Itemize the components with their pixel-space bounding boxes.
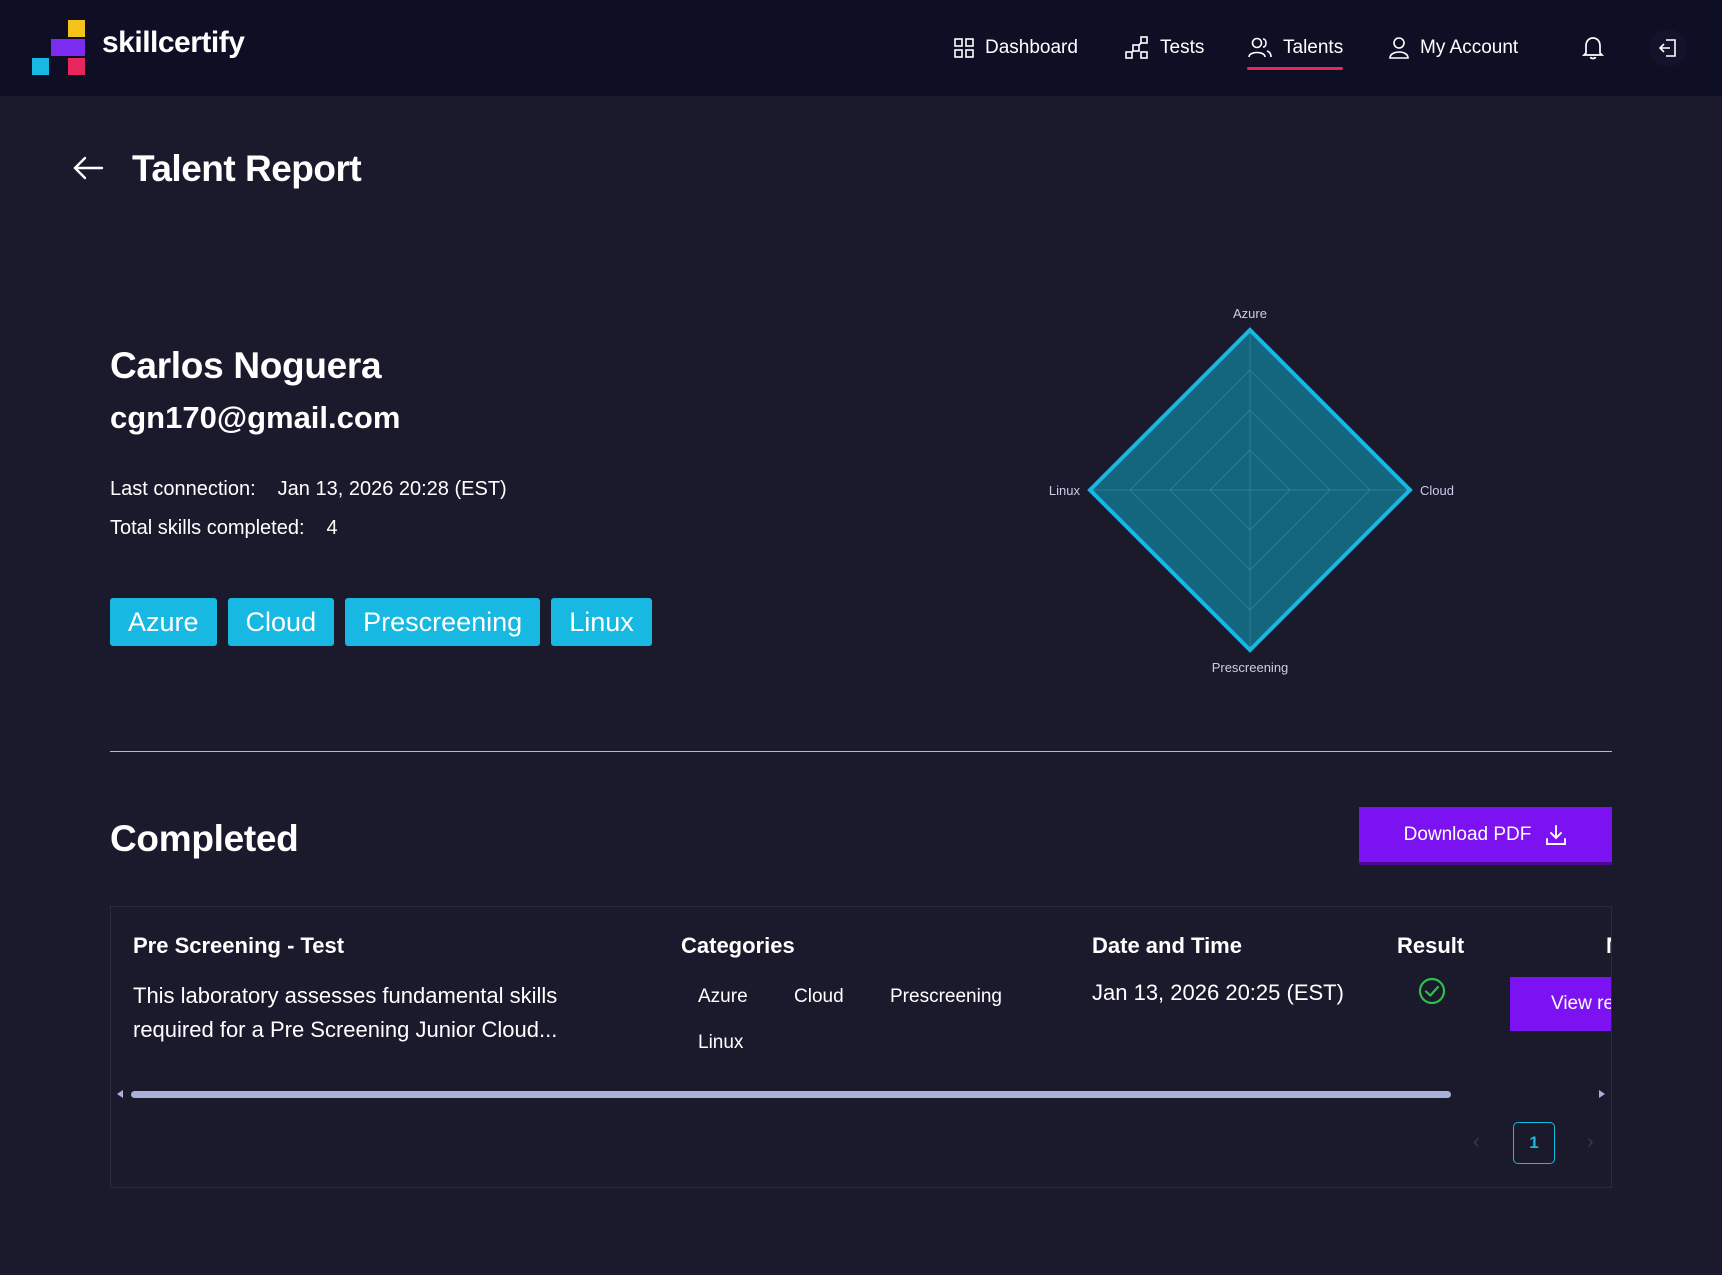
skill-tag: Prescreening (345, 598, 541, 646)
tests-icon (1125, 36, 1148, 59)
last-connection-value: Jan 13, 2026 20:28 (EST) (277, 478, 507, 500)
last-connection-row: Last connection: Jan 13, 2026 20:28 (EST… (110, 478, 507, 501)
nav-talents-label: Talents (1283, 37, 1344, 58)
nav-tests[interactable]: Tests (1124, 30, 1204, 66)
nav-tests-label: Tests (1160, 37, 1205, 58)
nav-dashboard[interactable]: Dashboard (953, 30, 1078, 66)
pagination-next-icon[interactable]: › (1587, 1131, 1594, 1154)
active-nav-indicator (1247, 67, 1344, 70)
skills-completed-value: 4 (326, 517, 338, 539)
radar-axis-label: Prescreening (1212, 660, 1289, 675)
radar-axis-label: Azure (1233, 306, 1267, 321)
download-icon (1546, 824, 1567, 845)
skill-tags: Azure Cloud Prescreening Linux (110, 598, 652, 646)
nav-my-account[interactable]: My Account (1388, 30, 1518, 66)
scroll-left-icon[interactable] (117, 1090, 123, 1098)
nav-my-account-label: My Account (1420, 37, 1519, 58)
completed-section-title: Completed (110, 818, 299, 859)
radar-axis-label: Linux (1049, 483, 1081, 498)
nav-dashboard-label: Dashboard (985, 37, 1078, 58)
skills-radar-chart: Azure Cloud Prescreening Linux (1049, 306, 1454, 675)
user-icon (1389, 37, 1409, 59)
view-report-label: View re (1551, 993, 1612, 1014)
result-passed-icon (1418, 977, 1446, 1010)
pagination-prev-icon[interactable]: ‹ (1473, 1131, 1480, 1154)
category-label: Cloud (794, 986, 844, 1007)
download-pdf-button[interactable]: Download PDF (1359, 807, 1612, 862)
logout-button[interactable] (1649, 29, 1687, 67)
page-title: Talent Report (132, 148, 362, 189)
column-header-more: N (1606, 933, 1611, 959)
radar-axis-label: Cloud (1420, 483, 1454, 498)
brand-name[interactable]: skillcertify (102, 26, 245, 60)
talent-email: cgn170@gmail.com (110, 400, 401, 435)
skill-tag: Azure (110, 598, 217, 646)
category-label: Azure (698, 986, 748, 1007)
bell-icon (1581, 37, 1605, 60)
back-button[interactable] (70, 150, 106, 186)
test-date-time: Jan 13, 2026 20:25 (EST) (1092, 980, 1344, 1005)
column-header-categories: Categories (681, 933, 795, 958)
top-navigation-bar: skillcertify Dashboard Tests Talents My … (0, 0, 1722, 96)
skill-tag: Linux (551, 598, 652, 646)
skills-completed-label: Total skills completed: (110, 517, 305, 539)
skills-completed-row: Total skills completed: 4 (110, 517, 338, 540)
logout-icon (1658, 39, 1676, 57)
users-icon (1248, 37, 1272, 58)
notifications-button[interactable] (1575, 30, 1611, 66)
scrollbar-thumb[interactable] (131, 1091, 1451, 1098)
completed-tests-table: Pre Screening - Test Categories Date and… (110, 906, 1612, 1188)
talent-name: Carlos Noguera (110, 345, 382, 386)
view-report-button[interactable]: View re (1510, 977, 1612, 1031)
horizontal-scrollbar[interactable] (115, 1087, 1607, 1101)
category-label: Linux (698, 1032, 744, 1053)
column-header-date: Date and Time (1092, 933, 1242, 958)
nav-talents[interactable]: Talents (1247, 30, 1344, 70)
download-pdf-label: Download PDF (1403, 823, 1532, 845)
pagination-page-button[interactable]: 1 (1513, 1122, 1555, 1164)
skill-tag: Cloud (227, 598, 335, 646)
column-header-test: Pre Screening - Test (133, 933, 345, 958)
last-connection-label: Last connection: (110, 478, 256, 500)
scroll-right-icon[interactable] (1599, 1090, 1605, 1098)
skillcertify-logo[interactable] (32, 20, 88, 76)
category-label: Prescreening (890, 986, 1002, 1007)
arrow-left-icon (73, 156, 104, 180)
grid-icon (954, 38, 974, 58)
test-description: This laboratory assesses fundamental ski… (133, 983, 558, 1042)
section-divider (110, 751, 1612, 752)
column-header-result: Result (1397, 933, 1465, 958)
